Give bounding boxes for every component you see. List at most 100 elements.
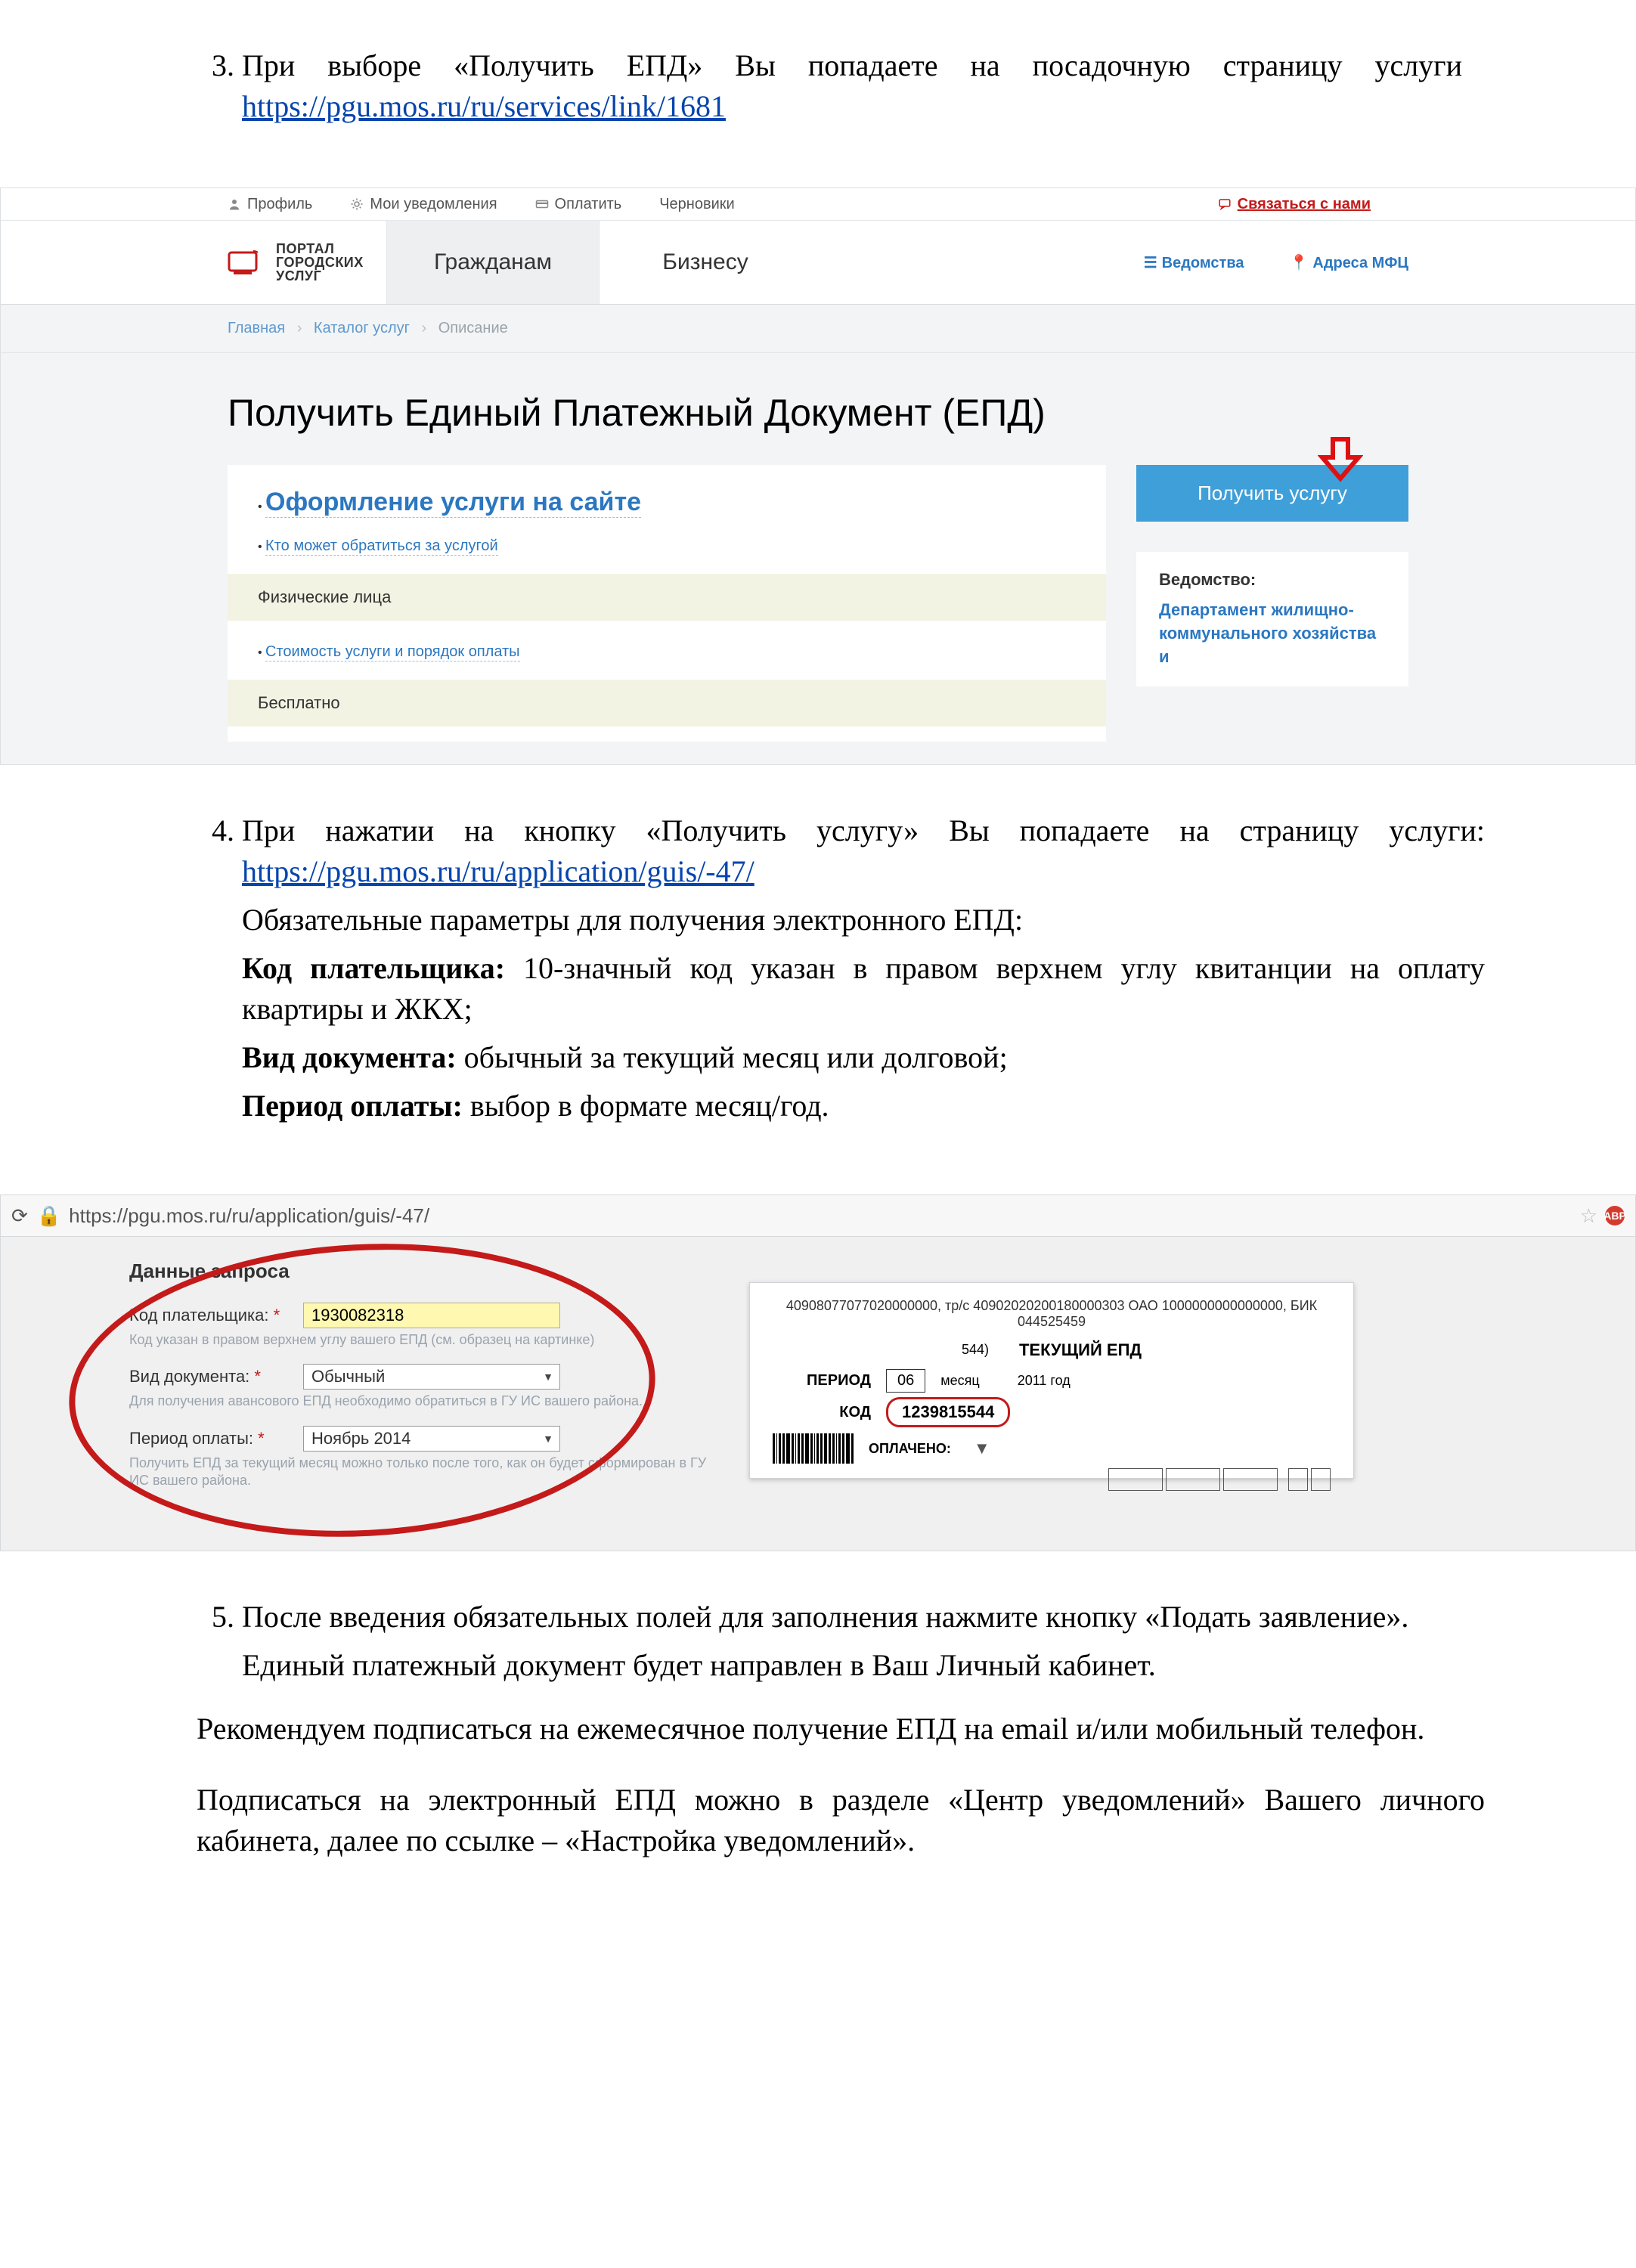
get-service-label: Получить услугу bbox=[1198, 482, 1347, 504]
free-row: Бесплатно bbox=[228, 680, 1106, 727]
receipt-acct: 544) bbox=[962, 1342, 989, 1358]
url-text[interactable]: https://pgu.mos.ru/ru/application/guis/-… bbox=[69, 1204, 1580, 1228]
who-link[interactable]: Кто может обратиться за услугой bbox=[265, 538, 498, 556]
get-service-button[interactable]: Получить услугу bbox=[1136, 465, 1408, 522]
portal-topbar: Профиль Мои уведомления Оплатить Чернови… bbox=[1, 188, 1635, 221]
highlight-arrow-icon bbox=[1318, 436, 1363, 482]
top-contact[interactable]: Связаться с нами bbox=[1218, 196, 1371, 213]
chat-icon bbox=[1218, 197, 1232, 211]
tab-citizens-label: Гражданам bbox=[434, 249, 552, 275]
top-drafts-label: Черновики bbox=[659, 196, 734, 213]
payer-code-input[interactable] bbox=[303, 1303, 560, 1328]
logo-text: ПОРТАЛ ГОРОДСКИХ УСЛУГ bbox=[276, 242, 364, 283]
service-right: Получить услугу Ведомство: Департамент ж… bbox=[1136, 465, 1408, 686]
doc-item-3: При выборе «Получить ЕПД» Вы попадаете н… bbox=[0, 0, 1636, 172]
chevron-down-icon-2: ▼ bbox=[543, 1433, 553, 1445]
cost-link[interactable]: Стоимость услуги и порядок оплаты bbox=[265, 643, 520, 662]
item4-line1a: При нажатии на кнопку «Получить услугу» … bbox=[242, 813, 1485, 847]
portal-mainnav: ПОРТАЛ ГОРОДСКИХ УСЛУГ Гражданам Бизнесу… bbox=[1, 221, 1635, 305]
doc-item-4: При нажатии на кнопку «Получить услугу» … bbox=[0, 765, 1636, 1172]
vd-label: Вид документа: bbox=[129, 1367, 249, 1386]
tab-citizens[interactable]: Гражданам bbox=[386, 221, 599, 304]
code-label: КОД bbox=[773, 1404, 871, 1421]
nav-mfc-label: Адреса МФЦ bbox=[1312, 255, 1408, 271]
lock-icon: 🔒 bbox=[37, 1204, 61, 1228]
request-form: Данные запроса Код плательщика: * Код ук… bbox=[1, 1259, 719, 1490]
period-month-label: месяц bbox=[940, 1373, 979, 1389]
item3-text: При выборе «Получить ЕПД» Вы попадаете н… bbox=[242, 48, 1462, 82]
triangle-down-icon: ▼ bbox=[974, 1439, 990, 1458]
po-label: Период оплаты: bbox=[129, 1429, 253, 1448]
top-notifications[interactable]: Мои уведомления bbox=[350, 196, 497, 213]
portal-content: Получить Единый Платежный Документ (ЕПД)… bbox=[1, 353, 1635, 764]
bc-home[interactable]: Главная bbox=[228, 320, 285, 336]
bc-desc: Описание bbox=[438, 320, 508, 336]
receipt-code: 1239815544 bbox=[886, 1397, 1010, 1427]
card-icon bbox=[535, 197, 549, 211]
bc-sep-1: › bbox=[297, 320, 302, 336]
period-value: Ноябрь 2014 bbox=[311, 1429, 411, 1448]
service-left: • Оформление услуги на сайте • Кто может… bbox=[228, 465, 1106, 742]
list-icon: ☰ bbox=[1144, 255, 1157, 271]
top-profile-label: Профиль bbox=[247, 196, 312, 213]
doc-type-value: Обычный bbox=[311, 1367, 385, 1387]
star-icon[interactable]: ☆ bbox=[1580, 1204, 1597, 1228]
vd-hint: Для получения авансового ЕПД необходимо … bbox=[129, 1393, 719, 1410]
kp-label: Код плательщика: bbox=[129, 1306, 269, 1325]
doc-type-select[interactable]: Обычный ▼ bbox=[303, 1364, 560, 1390]
bc-sep-2: › bbox=[422, 320, 427, 336]
tab-business[interactable]: Бизнесу bbox=[599, 221, 811, 304]
chevron-down-icon: ▼ bbox=[543, 1371, 553, 1383]
period-label: ПЕРИОД bbox=[773, 1372, 871, 1390]
req-mark2: * bbox=[254, 1367, 261, 1386]
top-pay[interactable]: Оплатить bbox=[535, 196, 622, 213]
bc-catalog[interactable]: Каталог услуг bbox=[314, 320, 410, 336]
receipt-bank: 40908077077020000000, тр/с 4090202020018… bbox=[773, 1298, 1331, 1330]
barcode-icon bbox=[773, 1433, 854, 1464]
period-year: 2011 год bbox=[1018, 1373, 1071, 1389]
agency-label: Ведомство: bbox=[1159, 570, 1386, 590]
receipt-title: ТЕКУЩИЙ ЕПД bbox=[1019, 1340, 1142, 1360]
item3-link[interactable]: https://pgu.mos.ru/ru/services/link/1681 bbox=[242, 89, 726, 123]
period-select[interactable]: Ноябрь 2014 ▼ bbox=[303, 1426, 560, 1452]
page-title: Получить Единый Платежный Документ (ЕПД) bbox=[228, 361, 1408, 465]
pin-icon: 📍 bbox=[1289, 255, 1308, 271]
kp-hint: Код указан в правом верхнем углу вашего … bbox=[129, 1331, 719, 1349]
req-mark: * bbox=[274, 1306, 280, 1325]
section-title: Оформление услуги на сайте bbox=[265, 488, 641, 518]
paid-label: ОПЛАЧЕНО: bbox=[869, 1441, 951, 1457]
reload-icon[interactable]: ⟳ bbox=[11, 1204, 28, 1228]
form-title: Данные запроса bbox=[129, 1259, 719, 1283]
top-notifications-label: Мои уведомления bbox=[370, 196, 497, 213]
abp-icon[interactable]: ABP bbox=[1605, 1206, 1625, 1225]
req-mark3: * bbox=[258, 1429, 265, 1448]
portal-logo[interactable]: ПОРТАЛ ГОРОДСКИХ УСЛУГ bbox=[1, 221, 386, 304]
item4-vd-text: обычный за текущий месяц или долговой; bbox=[457, 1040, 1008, 1074]
breadcrumbs: Главная › Каталог услуг › Описание bbox=[1, 305, 1635, 353]
recommend-1: Рекомендуем подписаться на ежемесячное п… bbox=[197, 1709, 1485, 1749]
gear-icon bbox=[350, 197, 364, 211]
paid-amount-boxes bbox=[1108, 1468, 1331, 1491]
top-contact-label: Связаться с нами bbox=[1238, 196, 1371, 213]
recommend-2: Подписаться на электронный ЕПД можно в р… bbox=[197, 1780, 1485, 1861]
item4-line2: Обязательные параметры для получения эле… bbox=[242, 900, 1485, 940]
period-month: 06 bbox=[886, 1369, 925, 1393]
item4-kp-label: Код плательщика: bbox=[242, 951, 505, 985]
receipt-sample: 40908077077020000000, тр/с 4090202020018… bbox=[749, 1282, 1354, 1479]
phys-row: Физические лица bbox=[228, 574, 1106, 621]
nav-agencies[interactable]: ☰ Ведомства bbox=[1144, 253, 1244, 272]
agency-box: Ведомство: Департамент жилищно-коммуналь… bbox=[1136, 552, 1408, 686]
nav-mfc[interactable]: 📍Адреса МФЦ bbox=[1289, 253, 1408, 272]
top-pay-label: Оплатить bbox=[555, 196, 622, 213]
item4-po-text: выбор в формате месяц/год. bbox=[463, 1089, 829, 1123]
item4-vd-label: Вид документа: bbox=[242, 1040, 457, 1074]
item5-line2: Единый платежный документ будет направле… bbox=[242, 1645, 1485, 1686]
top-drafts[interactable]: Черновики bbox=[659, 196, 734, 213]
tab-business-label: Бизнесу bbox=[662, 249, 748, 275]
agency-name[interactable]: Департамент жилищно-коммунального хозяйс… bbox=[1159, 599, 1386, 668]
item4-link[interactable]: https://pgu.mos.ru/ru/application/guis/-… bbox=[242, 854, 754, 888]
top-profile[interactable]: Профиль bbox=[228, 196, 312, 213]
nav-agencies-label: Ведомства bbox=[1162, 255, 1244, 271]
browser-screenshot: ⟳ 🔒 https://pgu.mos.ru/ru/application/gu… bbox=[0, 1194, 1636, 1551]
nav-right: ☰ Ведомства 📍Адреса МФЦ bbox=[1144, 221, 1635, 304]
